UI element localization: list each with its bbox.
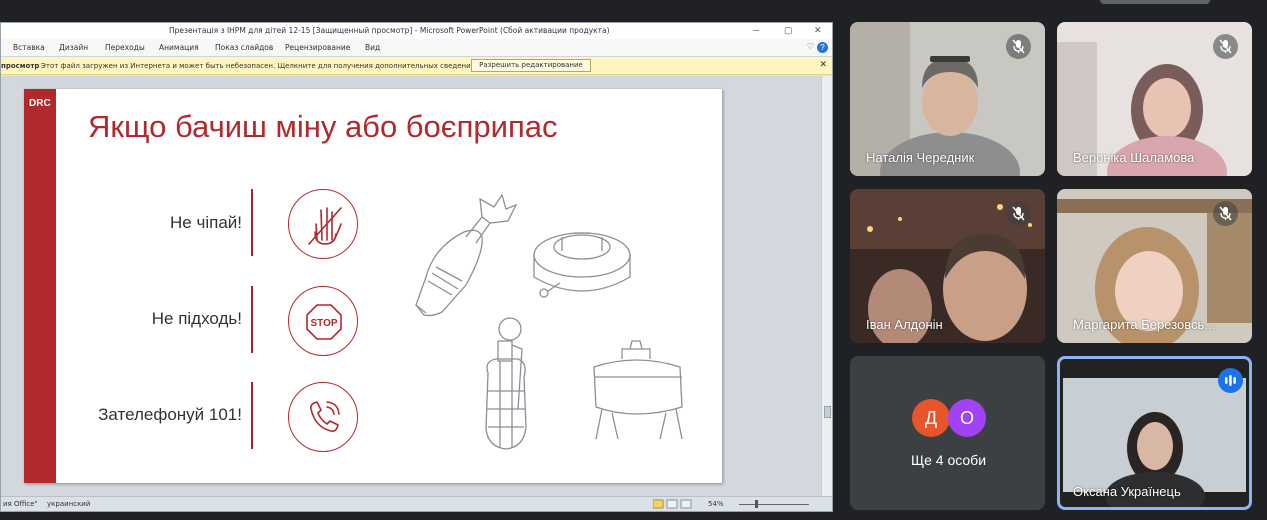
status-bar: ия Office" украинский 54%	[1, 496, 832, 511]
participant-name: Маргарита Березовсь...	[1073, 317, 1216, 332]
tab-transitions[interactable]: Переходы	[105, 43, 145, 52]
powerpoint-window: Презентація з ІНРМ для дітей 12-15 [Защи…	[0, 22, 833, 512]
participant-tile[interactable]: Іван Алдонін	[850, 189, 1045, 343]
zoom-slider[interactable]	[739, 504, 809, 505]
participant-tile[interactable]: Наталія Чередник	[850, 22, 1045, 176]
more-participants-tile[interactable]: Д О Ще 4 особи	[850, 356, 1045, 510]
close-icon[interactable]: ✕	[819, 60, 827, 70]
top-control-strip	[1100, 0, 1210, 4]
minimize-icon[interactable]: ─	[753, 25, 759, 35]
mortar-shell-icon	[415, 193, 518, 317]
tab-animation[interactable]: Анимация	[159, 43, 199, 52]
zoom-level[interactable]: 54%	[708, 500, 724, 508]
muted-mic-icon	[1213, 34, 1238, 59]
participant-tile[interactable]: Маргарита Березовсь...	[1057, 189, 1252, 343]
zoom-slider-knob[interactable]	[755, 500, 758, 508]
rule-text-dont-approach: Не підходь!	[151, 309, 242, 328]
avatar: О	[948, 399, 986, 437]
more-participants-label: Ще 4 особи	[910, 452, 987, 468]
participant-name: Вероніка Шаламова	[1073, 150, 1195, 165]
protected-view-label: просмотр	[1, 62, 40, 70]
tab-view[interactable]: Вид	[365, 43, 380, 52]
status-office-label: ия Office"	[3, 500, 38, 508]
vertical-scrollbar[interactable]	[821, 76, 832, 496]
enable-editing-button[interactable]: Разрешить редактирование	[471, 59, 591, 72]
slide-title: Якщо бачиш міну або боєприпас	[88, 109, 558, 144]
tab-slideshow[interactable]: Показ слайдов	[215, 43, 273, 52]
stop-sign-icon: STOP	[288, 286, 358, 356]
tab-design[interactable]: Дизайн	[59, 43, 88, 52]
stop-text: STOP	[310, 318, 337, 329]
rule-divider	[251, 382, 253, 449]
muted-mic-icon	[1006, 201, 1031, 226]
close-icon[interactable]: ✕	[814, 25, 822, 36]
protected-view-message[interactable]: Этот файл загружен из Интернета и может …	[41, 62, 477, 70]
screen: Презентація з ІНРМ для дітей 12-15 [Защи…	[0, 0, 1267, 520]
claymore-mine-icon	[593, 340, 683, 440]
window-title: Презентація з ІНРМ для дітей 12-15 [Защи…	[169, 26, 610, 35]
no-touch-hand-icon	[288, 189, 358, 259]
rule-text-dont-touch: Не чіпай!	[170, 213, 242, 232]
avatar: Д	[912, 399, 950, 437]
muted-mic-icon	[1213, 201, 1238, 226]
maximize-icon[interactable]: ▢	[784, 25, 793, 36]
participant-tile[interactable]: Вероніка Шаламова	[1057, 22, 1252, 176]
scroll-thumb[interactable]	[824, 406, 831, 418]
tab-review[interactable]: Рецензирование	[285, 43, 350, 52]
chevron-down-icon[interactable]: ♡	[807, 42, 814, 51]
landmine-icon	[533, 232, 631, 298]
ordnance-illustrations	[415, 193, 683, 450]
title-bar: Презентація з ІНРМ для дітей 12-15 [Защи…	[1, 23, 832, 39]
status-language[interactable]: украинский	[47, 500, 90, 508]
rule-divider	[251, 286, 253, 353]
ribbon-tabs: Вставка Дизайн Переходы Анимация Показ с…	[1, 39, 832, 57]
muted-mic-icon	[1006, 34, 1031, 59]
view-buttons-icon[interactable]	[653, 499, 695, 509]
tab-insert[interactable]: Вставка	[13, 43, 45, 52]
participant-name: Іван Алдонін	[866, 317, 943, 332]
active-speaker-border	[1057, 356, 1252, 510]
help-icon[interactable]: ?	[817, 42, 828, 53]
slide-side-bar	[24, 89, 56, 483]
protected-view-bar: просмотр Этот файл загружен из Интернета…	[1, 57, 832, 75]
participant-name: Наталія Чередник	[866, 150, 975, 165]
drc-logo: DRC	[29, 98, 51, 109]
rule-text-call-101: Зателефонуй 101!	[98, 405, 242, 424]
rule-divider	[251, 189, 253, 256]
grenade-icon	[485, 317, 527, 450]
phone-icon	[288, 382, 358, 452]
slide[interactable]: DRC Якщо бачиш міну або боєприпас Не чіп…	[24, 89, 722, 483]
